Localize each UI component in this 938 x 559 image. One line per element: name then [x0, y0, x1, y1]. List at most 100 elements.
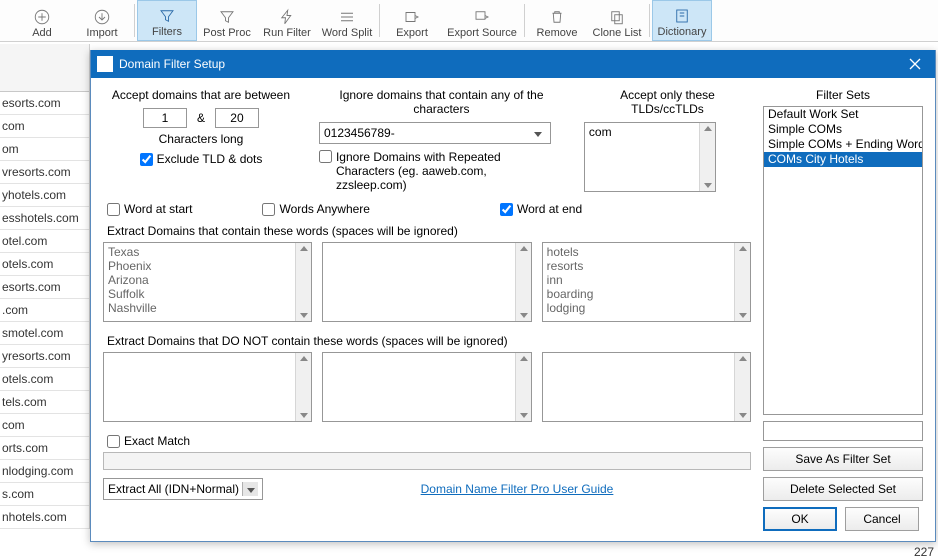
clone-icon	[608, 7, 626, 27]
domain-row[interactable]: nhotels.com	[0, 506, 89, 529]
progress-bar	[103, 452, 751, 470]
tool-runfilter[interactable]: Run Filter	[257, 0, 317, 41]
domain-row[interactable]: otel.com	[0, 230, 89, 253]
scrollbar[interactable]	[295, 353, 311, 421]
funnel-icon	[158, 6, 176, 26]
contain-words-end-list[interactable]: hotels resorts inn boarding lodging	[542, 242, 751, 322]
characters-long-label: Characters long	[103, 132, 299, 146]
domain-row[interactable]: nlodging.com	[0, 460, 89, 483]
exclude-tld-checkbox[interactable]: Exclude TLD & dots	[103, 152, 299, 166]
background-domain-list: esorts.comcomomvresorts.comyhotels.comes…	[0, 44, 90, 529]
scrollbar[interactable]	[515, 353, 531, 421]
word-at-end-checkbox[interactable]: Word at end	[500, 202, 582, 216]
tool-label: Word Split	[322, 27, 373, 39]
domain-row[interactable]	[0, 44, 89, 92]
notcontain-end-list[interactable]	[542, 352, 751, 422]
filter-set-name-input[interactable]	[763, 421, 923, 441]
scrollbar[interactable]	[295, 243, 311, 321]
domain-row[interactable]: tels.com	[0, 391, 89, 414]
toolbar-separator	[379, 4, 380, 37]
ignore-chars-label: Ignore domains that contain any of the c…	[319, 88, 564, 116]
tool-postproc[interactable]: Post Proc	[197, 0, 257, 41]
tool-label: Post Proc	[203, 27, 251, 39]
accept-between-label: Accept domains that are between	[103, 88, 299, 102]
tool-label: Run Filter	[263, 27, 311, 39]
tool-import[interactable]: Import	[72, 0, 132, 41]
bolt-icon	[278, 7, 296, 27]
tool-exportsource[interactable]: Export Source	[442, 0, 522, 41]
domain-row[interactable]: otels.com	[0, 253, 89, 276]
tool-export[interactable]: Export	[382, 0, 442, 41]
domain-row[interactable]: com	[0, 414, 89, 437]
dialog-titlebar[interactable]: Domain Filter Setup	[91, 50, 935, 78]
min-length-input[interactable]	[143, 108, 187, 128]
accept-tlds-textarea[interactable]: com	[584, 122, 716, 192]
split-icon	[338, 7, 356, 27]
words-anywhere-checkbox[interactable]: Words Anywhere	[262, 202, 370, 216]
domain-row[interactable]: otels.com	[0, 368, 89, 391]
tool-filters[interactable]: Filters	[137, 0, 197, 41]
cancel-button[interactable]: Cancel	[845, 507, 919, 531]
ignore-repeated-checkbox[interactable]: Ignore Domains with Repeated Characters …	[319, 150, 564, 192]
close-icon	[909, 58, 921, 70]
toolbar-separator	[649, 4, 650, 37]
domain-row[interactable]: esorts.com	[0, 276, 89, 299]
tool-wordsplit[interactable]: Word Split	[317, 0, 377, 41]
tool-label: Clone List	[593, 27, 642, 39]
domain-row[interactable]: .com	[0, 299, 89, 322]
domain-row[interactable]: vresorts.com	[0, 161, 89, 184]
filter-set-item[interactable]: COMs City Hotels	[764, 152, 922, 167]
tool-clonelist[interactable]: Clone List	[587, 0, 647, 41]
toolbar-separator	[134, 4, 135, 37]
dialog-title: Domain Filter Setup	[119, 57, 225, 71]
scrollbar[interactable]	[734, 353, 750, 421]
filter-set-item[interactable]: Default Work Set	[764, 107, 922, 122]
contain-words-label: Extract Domains that contain these words…	[107, 224, 751, 238]
word-at-start-checkbox[interactable]: Word at start	[107, 202, 192, 216]
filter-sets-list[interactable]: Default Work SetSimple COMsSimple COMs +…	[763, 106, 923, 415]
extract-mode-dropdown[interactable]: Extract All (IDN+Normal)	[103, 478, 263, 500]
tool-label: Import	[86, 27, 117, 39]
filter-set-item[interactable]: Simple COMs	[764, 122, 922, 137]
chevron-down-icon	[530, 126, 546, 140]
tool-remove[interactable]: Remove	[527, 0, 587, 41]
ampersand: &	[197, 111, 205, 125]
ignore-chars-dropdown[interactable]: 0123456789-	[319, 122, 551, 144]
domain-row[interactable]: yhotels.com	[0, 184, 89, 207]
domain-row[interactable]: s.com	[0, 483, 89, 506]
tool-dictionary[interactable]: Dictionary	[652, 0, 712, 41]
domain-row[interactable]: om	[0, 138, 89, 161]
exact-match-checkbox[interactable]: Exact Match	[107, 434, 751, 448]
contain-words-start-list[interactable]: Texas Phoenix Arizona Suffolk Nashville	[103, 242, 312, 322]
user-guide-link[interactable]: Domain Name Filter Pro User Guide	[421, 482, 614, 496]
scrollbar[interactable]	[515, 243, 531, 321]
domain-row[interactable]: smotel.com	[0, 322, 89, 345]
toolbar: Add Import Filters Post Proc Run Filter …	[0, 0, 938, 42]
funnel-icon	[218, 7, 236, 27]
domain-row[interactable]: esorts.com	[0, 92, 89, 115]
contain-words-anywhere-list[interactable]	[322, 242, 531, 322]
domain-row[interactable]: yresorts.com	[0, 345, 89, 368]
delete-filter-set-button[interactable]: Delete Selected Set	[763, 477, 923, 501]
download-circle-icon	[93, 7, 111, 27]
domain-row[interactable]: com	[0, 115, 89, 138]
ok-button[interactable]: OK	[763, 507, 837, 531]
close-button[interactable]	[895, 50, 935, 78]
export-icon	[403, 7, 421, 27]
accept-tlds-label: Accept only these TLDs/ccTLDs	[584, 88, 751, 116]
notcontain-anywhere-list[interactable]	[322, 352, 531, 422]
filter-set-item[interactable]: Simple COMs + Ending Words	[764, 137, 922, 152]
notcontain-start-list[interactable]	[103, 352, 312, 422]
toolbar-separator	[524, 4, 525, 37]
domain-row[interactable]: esshotels.com	[0, 207, 89, 230]
scrollbar[interactable]	[734, 243, 750, 321]
max-length-input[interactable]	[215, 108, 259, 128]
tool-label: Filters	[152, 26, 182, 38]
save-filter-set-button[interactable]: Save As Filter Set	[763, 447, 923, 471]
tool-label: Export	[396, 27, 428, 39]
tool-label: Add	[32, 27, 52, 39]
filter-sets-title: Filter Sets	[763, 88, 923, 102]
scrollbar[interactable]	[699, 123, 715, 191]
domain-row[interactable]: orts.com	[0, 437, 89, 460]
tool-add[interactable]: Add	[12, 0, 72, 41]
